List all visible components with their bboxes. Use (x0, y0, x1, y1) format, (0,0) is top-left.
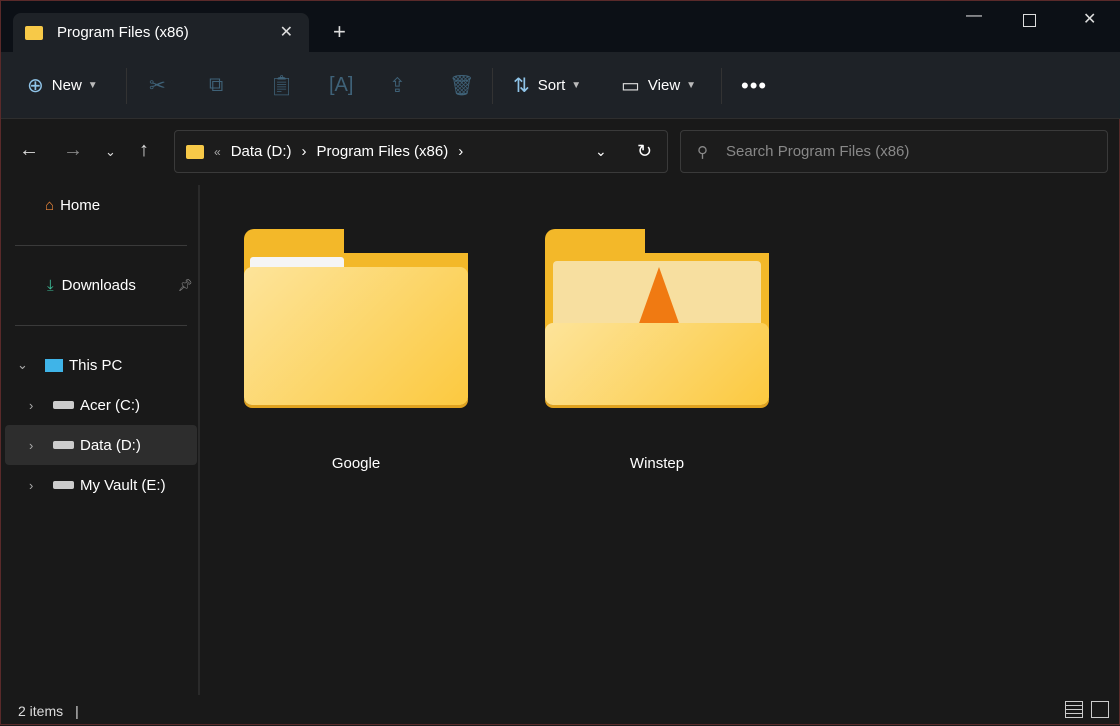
maximize-button[interactable] (1023, 14, 1036, 27)
minimize-button[interactable]: — (966, 7, 982, 25)
search-icon: ⚲ (697, 143, 708, 161)
copy-button[interactable]: ⧉ (209, 52, 223, 119)
title-bar: Program Files (x86) ✕ + — ✕ (1, 1, 1120, 52)
large-icons-view-button[interactable] (1091, 701, 1109, 718)
folder-vlc-icon (545, 227, 775, 407)
up-button[interactable]: ↑ (139, 139, 149, 162)
sidebar-item-acer-c[interactable]: › Acer (C:) (5, 385, 197, 425)
drive-icon (53, 441, 74, 449)
item-name: Winstep (629, 455, 685, 472)
scissors-icon: ✂ (149, 75, 166, 97)
chevron-right-icon[interactable]: › (29, 438, 33, 453)
monitor-icon (45, 358, 63, 372)
trash-icon: 🗑︎ (449, 75, 475, 97)
back-button[interactable]: ← (19, 139, 39, 162)
item-count: 2 items (18, 703, 64, 719)
new-button[interactable]: ⊕ New ▼ (27, 52, 98, 119)
share-button[interactable]: ⇪ (389, 52, 406, 119)
download-icon: ⤓ (47, 276, 54, 294)
sidebar-item-data-d[interactable]: › Data (D:) (5, 425, 197, 465)
sidebar-item-this-pc[interactable]: ⌄ This PC (5, 345, 197, 385)
view-label: View (647, 77, 681, 94)
chevron-down-icon[interactable]: ⌄ (17, 357, 28, 373)
home-icon: ⌂ (45, 196, 55, 214)
rename-button[interactable]: [A] (329, 52, 353, 119)
folder-icon (244, 227, 474, 407)
paste-button[interactable]: 📋︎ (269, 52, 294, 119)
sidebar-item-home[interactable]: ⌂ Home (5, 185, 197, 225)
close-window-button[interactable]: ✕ (1083, 9, 1096, 29)
home-label: Home (60, 196, 101, 214)
tab-program-files[interactable]: Program Files (x86) ✕ (13, 13, 309, 52)
drive-label: My Vault (E:) (80, 476, 166, 494)
address-dropdown-icon[interactable]: ⌄ (595, 143, 607, 160)
folder-icon (186, 144, 204, 159)
pin-icon[interactable]: 📌︎ (178, 278, 193, 292)
more-options-button[interactable]: ••• (741, 52, 767, 119)
delete-button[interactable]: 🗑︎ (449, 52, 474, 119)
chevron-right-icon[interactable]: › (29, 398, 33, 413)
address-bar[interactable]: « Data (D:) › Program Files (x86) › ⌄ ↻ (174, 130, 668, 173)
recent-locations-button[interactable]: ⌄ (105, 144, 116, 160)
folder-item-winstep[interactable]: Winstep (542, 227, 775, 472)
forward-button[interactable]: → (63, 139, 83, 162)
close-tab-icon[interactable]: ✕ (280, 22, 293, 42)
this-pc-label: This PC (69, 356, 123, 374)
tab-title: Program Files (x86) (57, 24, 189, 41)
navigation-pane: ⌂ Home ⤓ Downloads 📌︎ ⌄ This PC › Acer (C:) ›… (1, 185, 200, 695)
sort-label: Sort (537, 77, 566, 94)
view-icon: ▭ (621, 75, 640, 97)
search-placeholder: Search Program Files (x86) (726, 143, 910, 160)
downloads-label: Downloads (61, 276, 136, 294)
navigation-bar: ← → ⌄ ↑ « Data (D:) › Program Files (x86… (1, 119, 1120, 185)
vlc-cone-icon (637, 267, 681, 329)
clipboard-icon: 📋︎ (269, 75, 295, 97)
command-bar: ⊕ New ▼ ✂ ⧉ 📋︎ [A] ⇪ 🗑︎ ⇅ Sort ▼ ▭ View ▼ ••• (1, 52, 1120, 119)
share-icon: ⇪ (389, 75, 406, 97)
drive-icon (53, 401, 74, 409)
sidebar-item-my-vault-e[interactable]: › My Vault (E:) (5, 465, 197, 505)
copy-icon: ⧉ (209, 74, 224, 96)
rename-icon: [A] (329, 74, 354, 96)
sort-button[interactable]: ⇅ Sort ▼ (513, 52, 581, 119)
refresh-icon[interactable]: ↻ (637, 141, 652, 162)
details-view-button[interactable] (1065, 701, 1083, 718)
drive-label: Data (D:) (80, 436, 141, 454)
view-button[interactable]: ▭ View ▼ (621, 52, 696, 119)
status-bar: 2 items | (1, 695, 1120, 726)
folder-icon (25, 25, 43, 40)
chevron-right-icon[interactable]: › (29, 478, 33, 493)
breadcrumb-program-files[interactable]: Program Files (x86) (317, 143, 449, 160)
sidebar-item-downloads[interactable]: ⤓ Downloads 📌︎ (5, 265, 197, 305)
search-input[interactable]: ⚲ Search Program Files (x86) (680, 130, 1108, 173)
folder-item-google[interactable]: Google (241, 227, 474, 472)
sort-icon: ⇅ (513, 75, 530, 97)
plus-circle-icon: ⊕ (27, 75, 44, 97)
new-tab-button[interactable]: + (333, 19, 346, 45)
item-name: Google (331, 455, 381, 472)
cut-button[interactable]: ✂ (149, 52, 166, 119)
drive-icon (53, 481, 74, 489)
drive-label: Acer (C:) (80, 396, 140, 414)
new-label: New (51, 77, 82, 94)
breadcrumb-data-d[interactable]: Data (D:) (231, 143, 292, 160)
